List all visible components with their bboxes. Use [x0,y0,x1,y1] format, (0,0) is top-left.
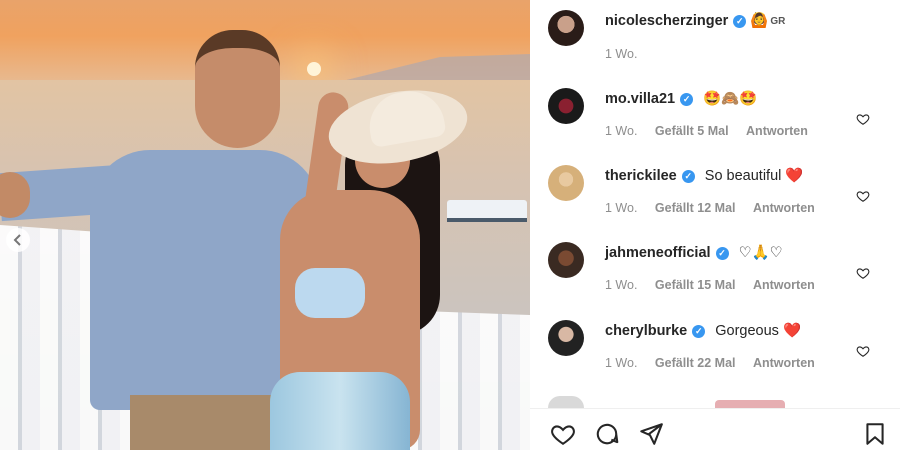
avatar[interactable] [548,320,584,356]
photo-man-pants [130,395,290,450]
post-photo [0,0,530,450]
verified-badge-icon: ✓ [680,93,694,106]
comment-username[interactable]: cherylburke [605,323,687,339]
comment-meta: 1 Wo. Gefällt 22 Mal Antworten [605,356,829,370]
comment-time: 1 Wo. [605,124,638,138]
chevron-left-icon [13,234,21,246]
reply-button[interactable]: Antworten [753,356,815,370]
comment-username[interactable]: jahmeneofficial [605,245,711,261]
comment-item: therickilee ✓ So beautiful ❤️ 1 Wo. Gefäl… [530,155,900,233]
comment-likes[interactable]: Gefällt 5 Mal [655,124,729,138]
verified-badge-icon: ✓ [681,170,695,183]
reply-button[interactable]: Antworten [753,278,815,292]
heart-icon[interactable] [856,344,870,358]
comment-time: 1 Wo. [605,278,638,292]
comment-username[interactable]: mo.villa21 [605,91,675,107]
paper-plane-icon[interactable] [638,421,664,447]
photo-skirt [270,372,410,450]
reply-button[interactable]: Antworten [746,124,808,138]
caption-time: 1 Wo. [605,47,638,61]
comment-bubble-icon[interactable] [594,421,620,447]
verified-badge-icon: ✓ [692,325,706,338]
heart-icon[interactable] [856,189,870,203]
avatar[interactable] [548,165,584,201]
comment-likes[interactable]: Gefällt 12 Mal [655,201,736,215]
author-flag: GR [770,16,786,27]
avatar[interactable] [548,242,584,278]
cut-off-comment-text [715,400,785,408]
comments-panel: nicolescherzinger ✓ 🙆 GR 1 Wo. mo.villa21 ✓… [530,0,900,450]
avatar [548,396,584,408]
comment-username[interactable]: therickilee [605,168,677,184]
caption-meta: 1 Wo. [605,47,651,61]
comment-likes[interactable]: Gefällt 15 Mal [655,278,736,292]
comment-time: 1 Wo. [605,201,638,215]
comment-item: jahmeneofficial ✓ ♡🙏♡ 1 Wo. Gefällt 15 Ma… [530,232,900,310]
reply-button[interactable]: Antworten [753,201,815,215]
post-action-bar [530,408,900,451]
photo-man-head [195,30,280,148]
comment-time: 1 Wo. [605,356,638,370]
comment-meta: 1 Wo. Gefällt 15 Mal Antworten [605,278,829,292]
photo-ship [447,200,527,222]
comment-meta: 1 Wo. Gefällt 5 Mal Antworten [605,124,822,138]
comment-text: So beautiful ❤️ [704,168,804,184]
comment-text: Gorgeous ❤️ [715,323,802,339]
comment-meta: 1 Wo. Gefällt 12 Mal Antworten [605,201,829,215]
carousel-prev-button[interactable] [6,228,30,252]
photo-sun [307,62,321,76]
photo-bikini [295,268,365,318]
bookmark-icon[interactable] [862,421,888,447]
verified-badge-icon: ✓ [733,15,747,28]
comment-item: cherylburke ✓ Gorgeous ❤️ 1 Wo. Gefällt 2… [530,310,900,388]
heart-icon[interactable] [856,112,870,126]
heart-icon[interactable] [856,266,870,280]
author-username[interactable]: nicolescherzinger [605,13,728,29]
waving-person-emoji-icon: 🙆 [750,13,769,29]
comment-text: 🤩🙈🤩 [703,91,758,107]
comment-item: mo.villa21 ✓ 🤩🙈🤩 1 Wo. Gefällt 5 Mal Antw… [530,78,900,156]
heart-icon[interactable] [550,421,576,447]
avatar[interactable] [548,88,584,124]
author-caption: nicolescherzinger ✓ 🙆 GR 1 Wo. [530,0,900,78]
verified-badge-icon: ✓ [715,247,729,260]
avatar[interactable] [548,10,584,46]
comment-text: ♡🙏♡ [738,245,783,261]
comment-likes[interactable]: Gefällt 22 Mal [655,356,736,370]
